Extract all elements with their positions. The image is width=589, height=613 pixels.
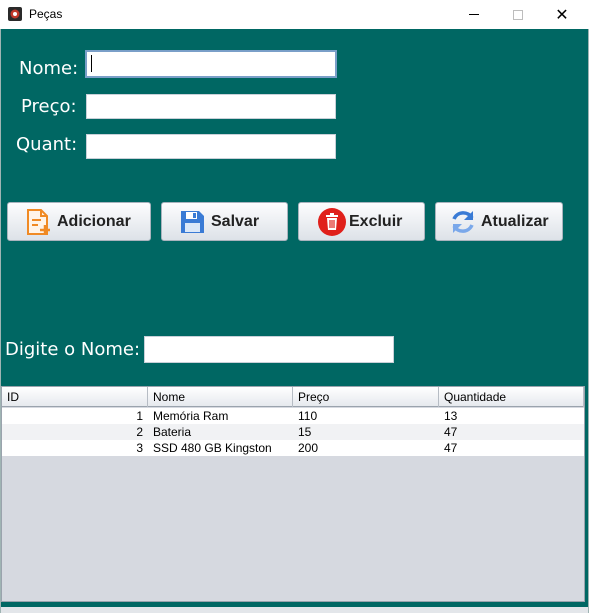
cell-quantidade: 47 [444,441,458,455]
cell-nome: Memória Ram [153,409,229,423]
title-bar: Peças ✕ [0,0,589,29]
atualizar-button[interactable]: Atualizar [435,202,563,241]
bottom-border [1,607,588,613]
trash-icon [318,207,346,236]
cell-id: 1 [136,409,143,423]
column-header-quantidade[interactable]: Quantidade [439,387,584,407]
minimize-icon [469,14,479,15]
nome-label: Nome: [19,58,79,79]
adicionar-button[interactable]: Adicionar [7,202,151,241]
table-row[interactable]: 3 SSD 480 GB Kingston 200 47 [2,440,584,456]
add-document-icon [27,208,50,235]
text-caret [91,55,92,72]
quant-label: Quant: [16,134,78,155]
cell-nome: SSD 480 GB Kingston [153,441,272,455]
cell-nome: Bateria [153,425,192,439]
cell-id: 3 [136,441,143,455]
excluir-button[interactable]: Excluir [298,202,425,241]
floppy-disk-icon [181,210,204,233]
search-label: Digite o Nome: [5,339,141,360]
cell-preco: 110 [298,409,318,423]
app-logo-icon [8,7,22,21]
close-icon: ✕ [555,4,569,24]
column-header-nome[interactable]: Nome [148,387,293,407]
nome-input[interactable] [85,50,337,78]
adicionar-label: Adicionar [57,212,131,230]
table-row[interactable]: 1 Memória Ram 110 13 [2,408,584,424]
close-button[interactable]: ✕ [540,0,584,29]
cell-preco: 200 [298,441,319,455]
cell-quantidade: 13 [444,409,458,423]
column-header-preco[interactable]: Preço [293,387,439,407]
preco-label: Preço: [21,96,77,117]
salvar-button[interactable]: Salvar [161,202,288,241]
parts-table[interactable]: ID Nome Preço Quantidade 1 Memória Ram 1… [1,386,585,602]
minimize-button[interactable] [452,0,496,29]
cell-preco: 15 [298,425,312,439]
cell-id: 2 [136,425,143,439]
column-header-id[interactable]: ID [2,387,148,407]
window-title: Peças [29,7,63,21]
table-row[interactable]: 2 Bateria 15 47 [2,424,584,440]
refresh-icon [452,210,474,233]
maximize-button[interactable] [496,0,540,29]
table-header: ID Nome Preço Quantidade [2,387,584,407]
excluir-label: Excluir [349,212,403,230]
search-input[interactable] [144,336,394,363]
quant-input[interactable] [86,134,336,159]
cell-quantidade: 47 [444,425,458,439]
preco-input[interactable] [86,94,336,119]
atualizar-label: Atualizar [481,212,549,230]
maximize-icon [513,9,523,20]
salvar-label: Salvar [211,212,260,230]
